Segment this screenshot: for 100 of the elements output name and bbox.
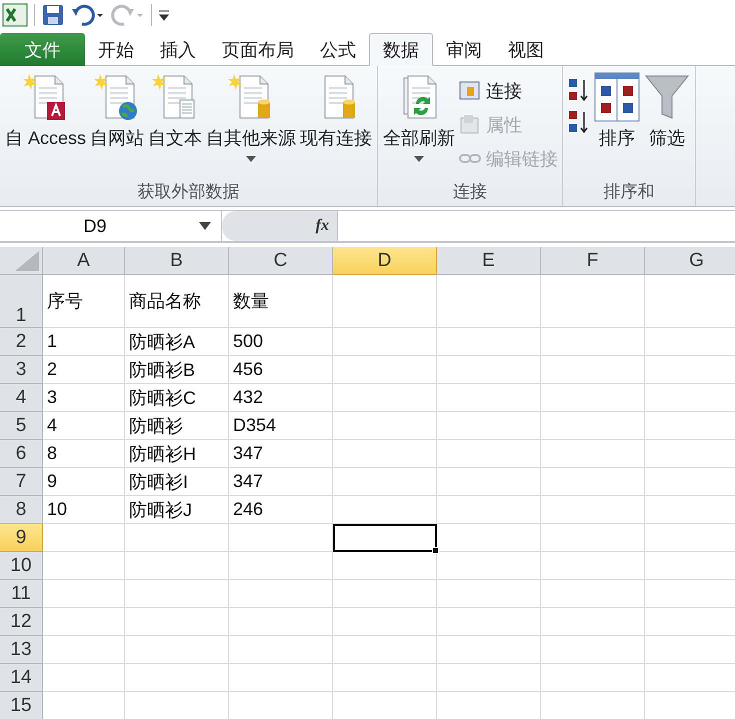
table-cell[interactable]: 9 (43, 468, 125, 496)
ribbon-button[interactable]: 自网站 (89, 70, 146, 152)
row-header[interactable]: 11 (0, 580, 43, 608)
table-cell[interactable] (437, 636, 541, 664)
table-cell[interactable] (43, 636, 125, 664)
table-cell[interactable] (437, 328, 541, 356)
table-cell[interactable] (333, 384, 437, 412)
undo-icon[interactable] (71, 3, 105, 27)
row-header[interactable]: 5 (0, 412, 43, 440)
name-box[interactable]: D9 (0, 211, 222, 241)
table-cell[interactable] (43, 524, 125, 552)
table-cell[interactable] (125, 664, 229, 692)
table-cell[interactable] (541, 580, 645, 608)
table-cell[interactable]: 数量 (229, 275, 333, 328)
table-cell[interactable] (333, 496, 437, 524)
ribbon-tab[interactable]: 数据 (369, 33, 433, 66)
ribbon-button[interactable]: 排序 (593, 70, 642, 152)
table-cell[interactable] (229, 580, 333, 608)
table-cell[interactable]: 246 (229, 496, 333, 524)
table-cell[interactable]: 8 (43, 440, 125, 468)
table-cell[interactable] (437, 275, 541, 328)
table-cell[interactable]: 4 (43, 412, 125, 440)
column-header[interactable]: E (437, 247, 541, 275)
table-cell[interactable] (333, 356, 437, 384)
table-cell[interactable]: 1 (43, 328, 125, 356)
ribbon-button[interactable]: 自其他来源 (205, 70, 298, 164)
row-header[interactable]: 14 (0, 664, 43, 692)
table-cell[interactable] (541, 356, 645, 384)
table-cell[interactable] (333, 608, 437, 636)
table-cell[interactable] (125, 608, 229, 636)
table-cell[interactable] (125, 636, 229, 664)
table-cell[interactable] (437, 468, 541, 496)
column-header[interactable]: F (541, 247, 645, 275)
table-cell[interactable] (541, 412, 645, 440)
table-cell[interactable]: 防晒衫B (125, 356, 229, 384)
table-cell[interactable] (541, 496, 645, 524)
ribbon-tab[interactable]: 开始 (85, 33, 147, 66)
customize-toolbar-icon[interactable] (158, 9, 170, 21)
row-header[interactable]: 4 (0, 384, 43, 412)
table-cell[interactable] (125, 524, 229, 552)
column-header[interactable]: B (125, 247, 229, 275)
table-cell[interactable] (437, 664, 541, 692)
file-tab[interactable]: 文件 (0, 33, 85, 66)
ribbon-tab[interactable]: 插入 (147, 33, 209, 66)
table-cell[interactable] (437, 552, 541, 580)
table-cell[interactable]: 3 (43, 384, 125, 412)
row-header[interactable]: 12 (0, 608, 43, 636)
table-cell[interactable] (43, 580, 125, 608)
table-cell[interactable] (229, 608, 333, 636)
table-cell[interactable] (229, 552, 333, 580)
table-cell[interactable] (541, 275, 645, 328)
table-cell[interactable] (333, 275, 437, 328)
row-header[interactable]: 2 (0, 328, 43, 356)
table-cell[interactable]: 防晒衫I (125, 468, 229, 496)
table-cell[interactable] (125, 580, 229, 608)
row-header[interactable]: 3 (0, 356, 43, 384)
table-cell[interactable]: 432 (229, 384, 333, 412)
table-cell[interactable] (541, 664, 645, 692)
ribbon-button[interactable]: 连接 (458, 76, 558, 106)
table-cell[interactable] (541, 440, 645, 468)
table-cell[interactable]: 10 (43, 496, 125, 524)
row-header[interactable]: 6 (0, 440, 43, 468)
row-header[interactable]: 8 (0, 496, 43, 524)
row-header[interactable]: 10 (0, 552, 43, 580)
table-cell[interactable]: 防晒衫 (125, 412, 229, 440)
table-cell[interactable] (437, 496, 541, 524)
ribbon-tab[interactable]: 审阅 (433, 33, 495, 66)
row-header[interactable]: 1 (0, 275, 43, 328)
table-cell[interactable] (43, 608, 125, 636)
ribbon-tab[interactable]: 视图 (495, 33, 557, 66)
table-cell[interactable] (437, 608, 541, 636)
table-cell[interactable] (43, 552, 125, 580)
table-cell[interactable]: 防晒衫H (125, 440, 229, 468)
ribbon-button[interactable]: 自 Access (4, 70, 88, 152)
table-cell[interactable] (437, 524, 541, 552)
table-cell[interactable] (541, 608, 645, 636)
table-cell[interactable] (541, 636, 645, 664)
ribbon-button[interactable]: 现有连接 (299, 70, 374, 152)
table-cell[interactable] (125, 552, 229, 580)
table-cell[interactable] (333, 440, 437, 468)
column-header[interactable]: D (333, 247, 437, 275)
table-cell[interactable]: 347 (229, 468, 333, 496)
table-cell[interactable] (229, 636, 333, 664)
table-cell[interactable] (43, 664, 125, 692)
table-cell[interactable] (333, 552, 437, 580)
row-header[interactable]: 9 (0, 524, 43, 552)
table-cell[interactable] (229, 664, 333, 692)
table-cell[interactable]: 防晒衫J (125, 496, 229, 524)
row-header[interactable]: 15 (0, 692, 43, 719)
row-header[interactable]: 13 (0, 636, 43, 664)
table-cell[interactable]: 500 (229, 328, 333, 356)
ribbon-button[interactable]: 筛选 (643, 70, 692, 152)
row-header[interactable]: 7 (0, 468, 43, 496)
table-cell[interactable] (437, 356, 541, 384)
table-cell[interactable] (333, 664, 437, 692)
table-cell[interactable]: 防晒衫C (125, 384, 229, 412)
table-cell[interactable]: 2 (43, 356, 125, 384)
table-cell[interactable] (333, 636, 437, 664)
ribbon-tab[interactable]: 页面布局 (209, 33, 307, 66)
table-cell[interactable] (541, 524, 645, 552)
